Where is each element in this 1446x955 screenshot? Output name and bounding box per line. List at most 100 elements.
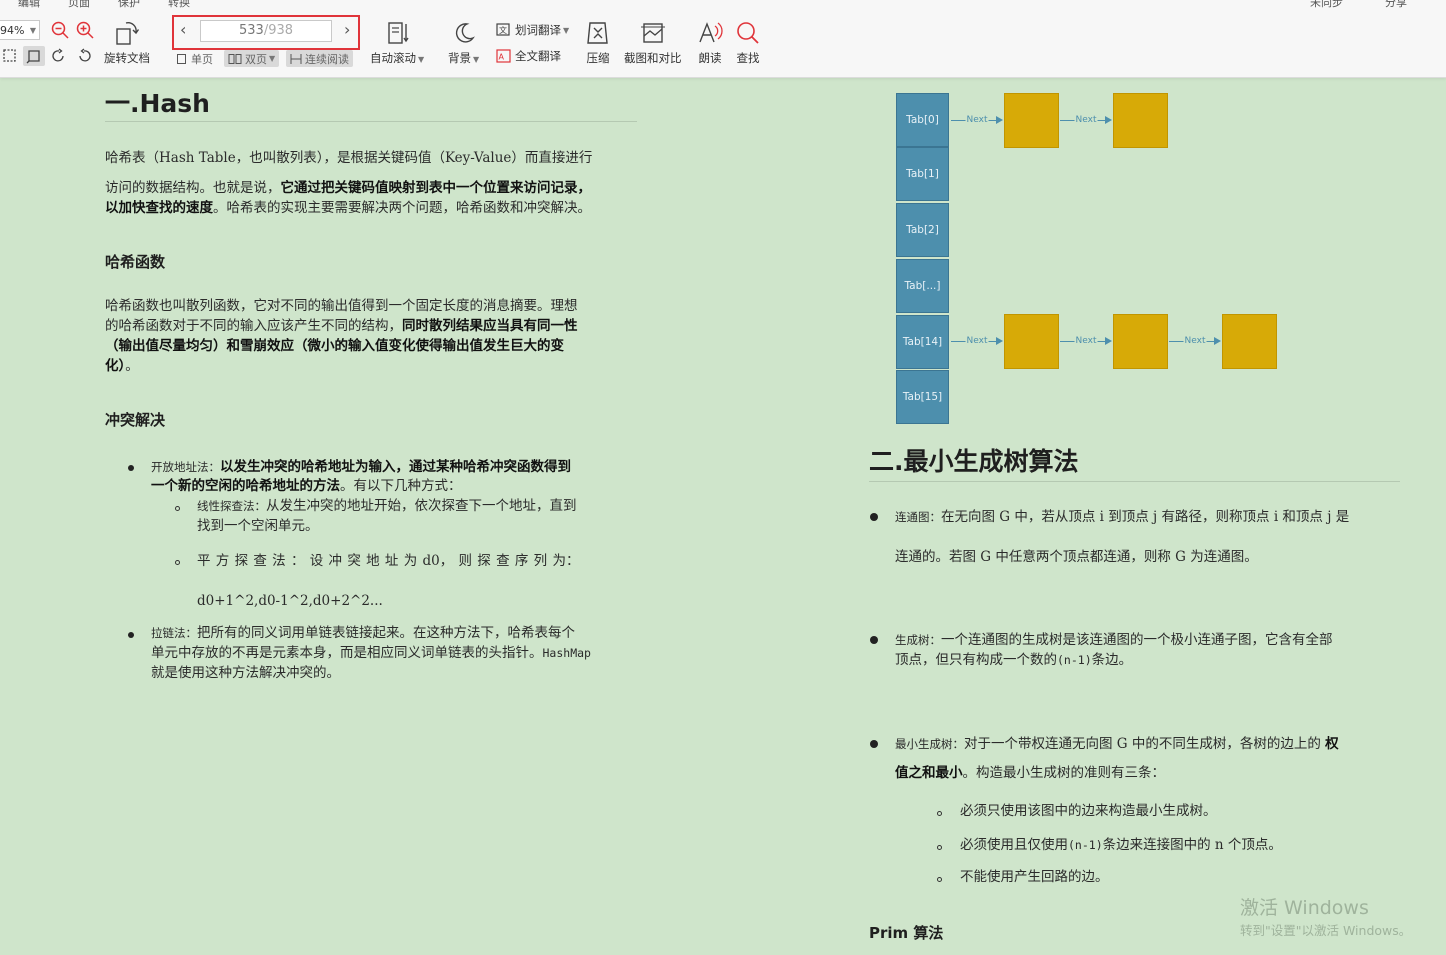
chain-label: 拉链法： <box>151 626 197 640</box>
zoom-in-icon[interactable] <box>76 21 94 39</box>
read-aloud-label: 朗读 <box>698 51 722 65</box>
auto-scroll-label: 自动滚动 ▼ <box>370 50 424 66</box>
single-page-button[interactable]: 单页 <box>172 50 217 67</box>
connected-label: 连通图： <box>895 510 941 524</box>
tab-cell: Tab[...] <box>896 259 949 313</box>
open-address-line-2-bold: 一个新的空闲的哈希地址的方法 <box>151 478 340 494</box>
list-node <box>1004 314 1059 369</box>
read-aloud-icon <box>699 22 723 43</box>
chain-line-1-text: 把所有的同义词用单链表链接起来。在这种方法下，哈希表每个 <box>197 625 575 641</box>
menu-share[interactable]: 分享 <box>1385 0 1407 10</box>
heading-prim: Prim 算法 <box>869 924 944 942</box>
intro-line-1: 哈希表（Hash Table，也叫散列表），是根据关键码值（Key-Value）… <box>105 150 593 166</box>
spanning-n-minus-1: (n-1) <box>1057 653 1092 667</box>
spanning-label: 生成树： <box>895 633 941 647</box>
intro-line-2-text: 访问的数据结构。也就是说， <box>105 180 281 196</box>
spanning-line-2-end: 条边。 <box>1091 652 1133 668</box>
chevron-down-icon: ▼ <box>269 54 276 63</box>
chain-line-1: 拉链法：把所有的同义词用单链表链接起来。在这种方法下，哈希表每个 <box>151 623 575 644</box>
next-link: Next <box>1060 114 1112 126</box>
full-translate-label: 全文翻译 <box>515 49 561 63</box>
linear-probe-line-1: 线性探查法：从发生冲突的地址开始，依次探查下一个地址，直到 <box>197 496 577 517</box>
connected-line-1: 连通图：在无向图 G 中，若从顶点 i 到顶点 j 有路径，则称顶点 i 和顶点… <box>895 507 1349 528</box>
tab-cell: Tab[2] <box>896 203 949 257</box>
background-button[interactable]: 背景 ▼ <box>448 20 479 66</box>
continuous-read-button[interactable]: 连续阅读 <box>286 50 353 67</box>
intro-line-3: 以加快查找的速度。哈希表的实现主要需要解决两个问题，哈希函数和冲突解决。 <box>105 198 591 219</box>
single-page-icon <box>177 53 186 64</box>
list-node <box>1222 314 1277 369</box>
heading-conflict: 冲突解决 <box>105 411 166 429</box>
page-number-input[interactable]: 533/938 <box>200 20 332 42</box>
linear-probe-text: 从发生冲突的地址开始，依次探查下一个地址，直到 <box>266 498 577 514</box>
word-translate-button[interactable]: 文 划词翻译 ▼ <box>496 22 569 38</box>
menu-protect[interactable]: 保护 <box>118 0 140 10</box>
menu-convert[interactable]: 转换 <box>168 0 190 10</box>
find-label: 查找 <box>736 51 760 65</box>
intro-line-3-text: 。哈希表的实现主要需要解决两个问题，哈希函数和冲突解决。 <box>213 200 591 216</box>
section-title-hash: 一.Hash <box>105 89 210 118</box>
mst-rule-2-text: 必须使用且仅使用 <box>960 837 1068 853</box>
next-page-icon[interactable]: › <box>344 20 350 40</box>
mst-line-2: 值之和最小。构造最小生成树的准则有三条： <box>895 763 1165 784</box>
mst-line-1-bold: 权 <box>1325 736 1339 752</box>
chain-line-2-text: 单元中存放的不再是元素本身，而是相应同义词单链表的头指针。 <box>151 645 543 661</box>
sub-bullet <box>937 811 942 816</box>
find-button[interactable]: 查找 <box>735 20 761 66</box>
screenshot-compare-label: 截图和对比 <box>624 51 682 65</box>
title-underline <box>869 481 1400 482</box>
double-page-icon <box>228 53 242 64</box>
mst-line-2-bold: 值之和最小 <box>895 765 963 781</box>
chevron-down-icon: ▼ <box>563 25 570 35</box>
sub-bullet <box>175 560 180 565</box>
next-label: Next <box>1074 335 1098 347</box>
next-link: Next <box>1169 335 1221 347</box>
screenshot-compare-button[interactable]: 截图和对比 <box>624 20 682 66</box>
rotate-left-icon[interactable] <box>51 48 67 64</box>
current-page: 533 <box>238 23 264 38</box>
zoom-out-icon[interactable] <box>51 21 69 39</box>
menu-sync[interactable]: 未同步 <box>1310 0 1343 10</box>
open-address-line-2-text: 。有以下几种方式： <box>340 478 462 494</box>
auto-scroll-text: 自动滚动 <box>370 51 416 65</box>
open-address-label: 开放地址法： <box>151 460 220 474</box>
prev-page-icon[interactable]: ‹ <box>180 20 186 40</box>
total-pages: /938 <box>263 23 294 38</box>
next-link: Next <box>951 335 1003 347</box>
rotate-right-icon[interactable] <box>76 48 92 64</box>
compress-button[interactable]: 压缩 <box>585 20 611 66</box>
mst-rule-2-end: 条边来连接图中的 n 个顶点。 <box>1102 837 1282 853</box>
auto-scroll-icon <box>388 22 409 44</box>
next-link: Next <box>1060 335 1112 347</box>
list-node <box>1004 93 1059 148</box>
word-translate-icon: 文 <box>496 23 510 36</box>
full-translate-button[interactable]: A 全文翻译 <box>496 48 561 64</box>
bullet <box>128 632 134 638</box>
auto-scroll-button[interactable]: 自动滚动 ▼ <box>370 20 424 66</box>
connected-line-1-text: 在无向图 G 中，若从顶点 i 到顶点 j 有路径，则称顶点 i 和顶点 j 是 <box>941 509 1350 525</box>
activation-watermark-subtitle: 转到"设置"以激活 Windows。 <box>1240 923 1412 938</box>
single-page-label: 单页 <box>191 52 213 66</box>
svg-text:A: A <box>499 53 505 62</box>
read-aloud-button[interactable]: 朗读 <box>697 20 723 66</box>
next-label: Next <box>965 335 989 347</box>
open-address-line-1: 开放地址法：以发生冲突的哈希地址为输入，通过某种哈希冲突函数得到 <box>151 457 571 478</box>
next-label: Next <box>1183 335 1207 347</box>
menu-edit[interactable]: 编辑 <box>18 0 40 10</box>
list-node <box>1113 314 1168 369</box>
page-tool-icon <box>26 50 40 64</box>
spanning-line-2: 顶点，但只有构成一个数的(n-1)条边。 <box>895 650 1132 671</box>
spanning-line-1-text: 一个连通图的生成树是该连通图的一个极小连通子图，它含有全部 <box>941 632 1333 648</box>
menu-page[interactable]: 页面 <box>68 0 90 10</box>
hand-tool-button[interactable] <box>23 46 45 66</box>
section-title-mst: 二.最小生成树算法 <box>869 447 1079 476</box>
zoom-select[interactable]: 94% ▼ <box>0 20 40 40</box>
mst-line-1-text: 对于一个带权连通无向图 G 中的不同生成树，各树的边上的 <box>964 736 1321 752</box>
linear-probe-line-2: 找到一个空闲单元。 <box>197 518 319 534</box>
rotate-document-button[interactable]: 旋转文档 <box>104 20 150 66</box>
select-tool-icon[interactable] <box>2 48 18 64</box>
hash-func-line-3: （输出值尽量均匀）和雪崩效应（微小的输入值变化使得输出值发生巨大的变 <box>105 336 564 357</box>
toolbar: 编辑 页面 保护 转换 未同步 分享 94% ▼ 旋转文档 ‹ 533/938 … <box>0 0 1446 78</box>
double-page-button[interactable]: 双页 ▼ <box>224 50 280 67</box>
next-label: Next <box>965 114 989 126</box>
